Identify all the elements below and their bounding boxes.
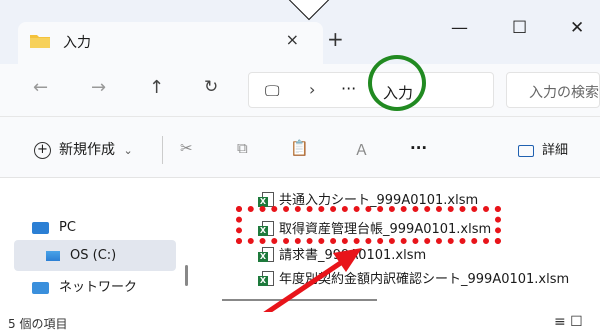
sidebar-item-label: OS (C:): [70, 248, 117, 263]
sidebar-item-network[interactable]: ネットワーク: [32, 276, 137, 295]
excel-file-icon: X: [258, 271, 275, 288]
paste-button[interactable]: 📋: [290, 139, 309, 157]
command-toolbar: + 新規作成 ⌄ ✂ ⧉ 📋 Ａ ··· 詳細: [0, 116, 600, 178]
chevron-down-icon: ⌄: [123, 144, 133, 157]
list-item[interactable]: X 請求書_999A0101.xlsm: [258, 244, 426, 264]
sidebar-item-label: ネットワーク: [59, 280, 138, 295]
tab-title: 入力: [63, 35, 91, 51]
cut-button[interactable]: ✂: [180, 139, 193, 157]
excel-file-icon: X: [258, 247, 275, 264]
new-button-label: 新規作成: [59, 142, 115, 158]
toolbar-divider: [162, 136, 163, 164]
details-pane-icon: [518, 144, 534, 157]
navigation-bar: ← → ↑ ↻ 🖵 › ··· 入力 入力の検索: [0, 64, 600, 116]
file-name: 年度別契約金額内訳確認シート_999A0101.xlsm: [279, 272, 570, 287]
horizontal-scrollbar[interactable]: [222, 299, 377, 301]
breadcrumb-separator: ›: [309, 80, 316, 99]
sidebar-item-label: PC: [59, 220, 76, 235]
highlight-dotted-box: [236, 206, 501, 244]
tab-input-folder[interactable]: 入力 ×: [18, 22, 323, 64]
copy-button[interactable]: ⧉: [237, 139, 248, 157]
search-placeholder: 入力の検索: [529, 85, 599, 101]
folder-icon: [30, 35, 50, 48]
back-button[interactable]: ←: [33, 77, 48, 98]
plus-icon: +: [34, 141, 51, 159]
new-tab-button[interactable]: +: [327, 27, 344, 51]
new-button[interactable]: + 新規作成 ⌄: [34, 139, 133, 159]
drive-icon: [46, 250, 60, 261]
status-bar: 5 個の項目 ≡ ☐: [0, 312, 600, 334]
rename-button[interactable]: Ａ: [354, 139, 369, 160]
file-name: 請求書_999A0101.xlsm: [279, 248, 427, 263]
maximize-button[interactable]: ☐: [512, 18, 527, 38]
pc-icon: [32, 221, 49, 234]
forward-button[interactable]: →: [91, 77, 106, 98]
close-window-button[interactable]: ✕: [570, 18, 584, 38]
network-icon: [32, 281, 49, 294]
view-mode-icons[interactable]: ≡ ☐: [554, 314, 583, 330]
up-button[interactable]: ↑: [149, 77, 164, 98]
list-item[interactable]: X 年度別契約金額内訳確認シート_999A0101.xlsm: [258, 268, 569, 288]
refresh-button[interactable]: ↻: [204, 77, 218, 97]
more-options-button[interactable]: ···: [410, 139, 427, 157]
details-button[interactable]: 詳細: [518, 139, 568, 158]
sidebar-item-os-drive[interactable]: OS (C:): [46, 248, 116, 263]
item-count: 5 個の項目: [8, 317, 68, 331]
details-label: 詳細: [542, 143, 569, 158]
highlight-circle: [368, 55, 426, 111]
pc-icon: 🖵: [265, 82, 280, 100]
sidebar-scrollbar[interactable]: [185, 265, 188, 286]
search-box[interactable]: 入力の検索: [506, 72, 600, 108]
minimize-button[interactable]: —: [451, 18, 468, 38]
sidebar-item-pc[interactable]: PC: [32, 220, 76, 235]
breadcrumb-more-button[interactable]: ···: [341, 79, 356, 98]
tab-close-button[interactable]: ×: [286, 30, 299, 49]
